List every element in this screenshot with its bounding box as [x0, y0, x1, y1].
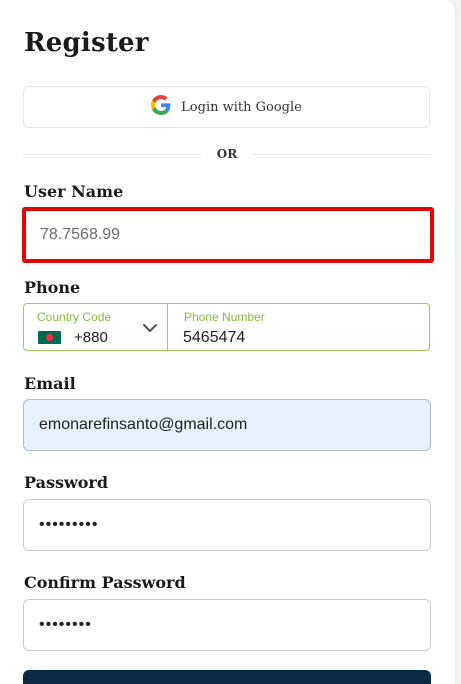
or-divider: OR [23, 146, 431, 164]
email-label: Email [24, 374, 76, 393]
country-code-value: +880 [74, 329, 108, 346]
phone-field-group: Country Code +880 Phone Number 5465474 [23, 303, 430, 351]
phone-number-label: Phone Number [184, 310, 265, 324]
phone-number-value: 5465474 [183, 329, 246, 346]
country-code-select[interactable]: Country Code +880 [24, 304, 168, 350]
divider-line-right [253, 154, 431, 155]
bangladesh-flag-icon [38, 331, 61, 344]
google-login-label: Login with Google [181, 99, 302, 115]
confirm-password-input[interactable]: •••••••• [23, 599, 431, 651]
google-icon [151, 95, 171, 119]
page-title: Register [24, 28, 149, 58]
google-login-button[interactable]: Login with Google [23, 86, 430, 128]
confirm-password-label: Confirm Password [24, 573, 186, 592]
password-label: Password [24, 473, 109, 492]
phone-label: Phone [24, 278, 81, 297]
email-input[interactable]: emonarefinsanto@gmail.com [23, 399, 431, 451]
phone-number-input[interactable]: Phone Number 5465474 [168, 304, 429, 350]
username-input[interactable]: 78.7568.99 [22, 207, 434, 263]
register-card: Register Login with Google OR User Name … [0, 0, 455, 684]
chevron-down-icon [143, 324, 157, 332]
username-label: User Name [24, 182, 124, 201]
country-code-label: Country Code [37, 310, 112, 324]
password-input[interactable]: ••••••••• [23, 499, 431, 551]
register-submit-button[interactable] [23, 670, 431, 684]
